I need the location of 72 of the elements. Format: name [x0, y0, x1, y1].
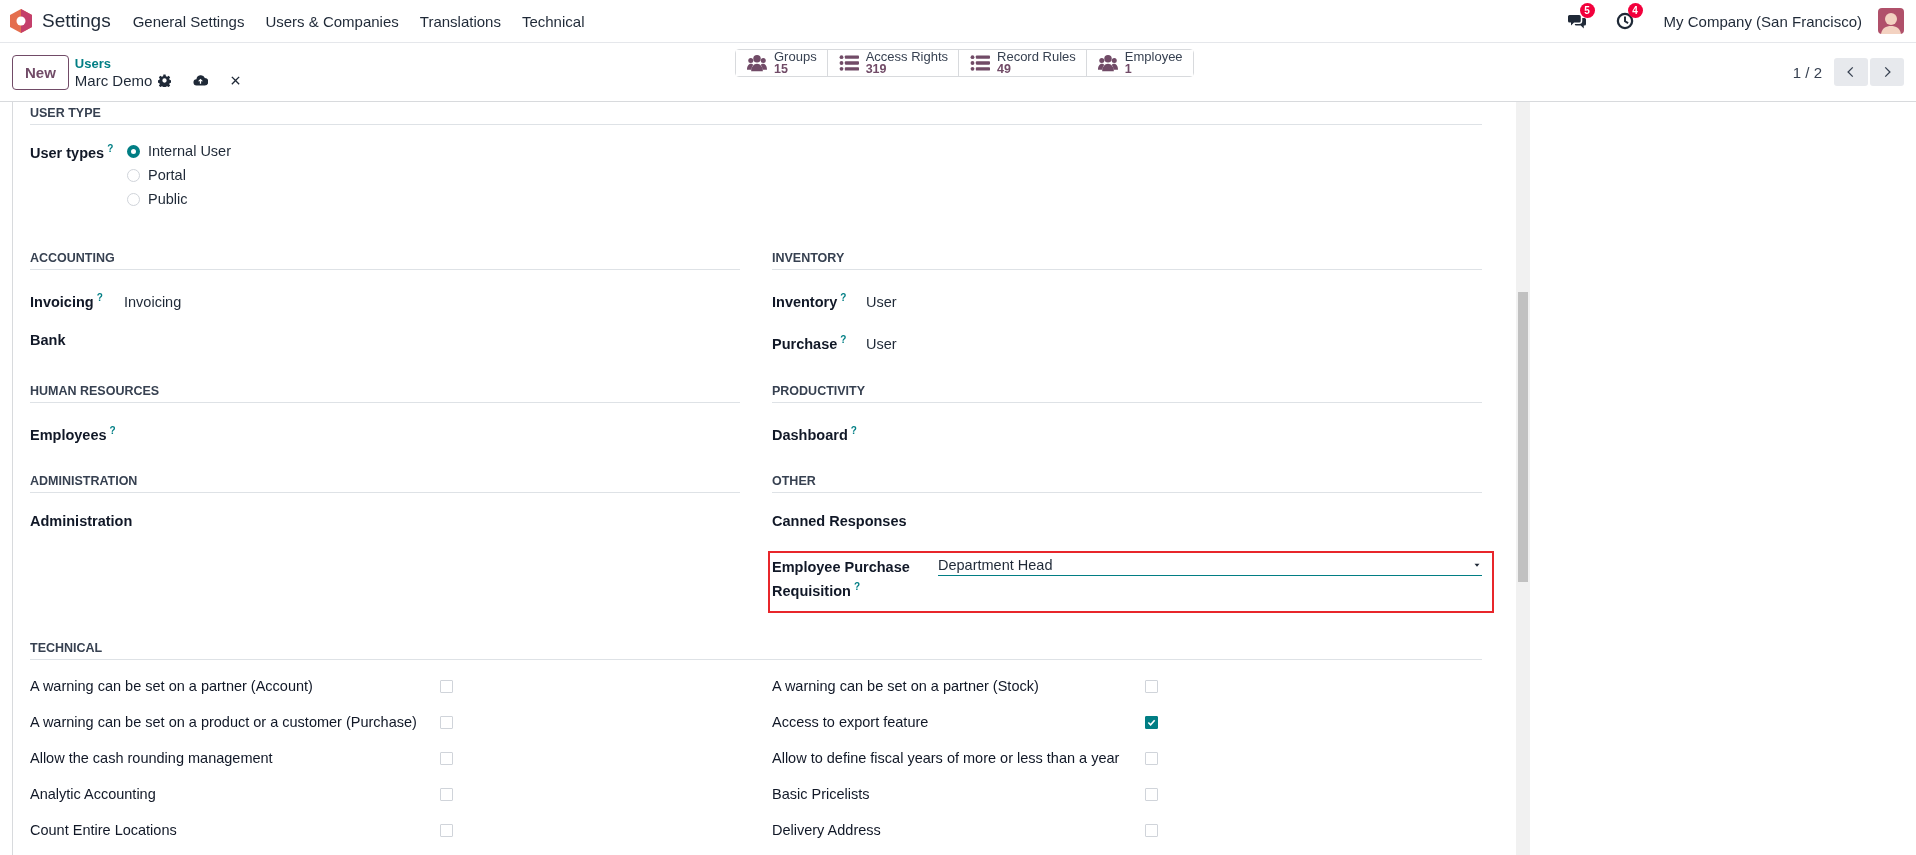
- field-label: Bank: [30, 330, 67, 350]
- app-logo-icon[interactable]: [10, 9, 32, 33]
- radio-option[interactable]: Portal: [127, 167, 231, 183]
- count-badge: 4: [1627, 3, 1643, 18]
- checkbox-label: Basic Pricelists: [772, 786, 871, 803]
- section-heading: PRODUCTIVITY: [772, 383, 1482, 403]
- select-field[interactable]: Department Head: [938, 557, 1482, 577]
- section-heading: TECHNICAL: [30, 641, 1482, 661]
- help-mark[interactable]: ?: [850, 424, 857, 436]
- checkbox-label: Allow to define fiscal years of more or less than a year: [772, 750, 1121, 767]
- company-switcher[interactable]: My Company (San Francisco): [1663, 12, 1862, 30]
- save-icon[interactable]: [193, 73, 209, 88]
- radio-button[interactable]: [127, 144, 140, 158]
- settings-icon[interactable]: [158, 74, 172, 87]
- section-heading: ADMINISTRATION: [30, 474, 740, 494]
- discard-icon[interactable]: [230, 75, 242, 86]
- list-icon: [969, 53, 991, 73]
- field-label: Invoicing $^{?}$: [30, 291, 104, 312]
- section-heading: ACCOUNTING: [30, 251, 740, 270]
- help-mark[interactable]: ?: [109, 424, 116, 436]
- checkbox-label: Delivery Address: [772, 822, 882, 839]
- field-label: Employee Purchase Requisition $^{?}$: [772, 558, 911, 602]
- field-label: Employees $^{?}$: [30, 423, 117, 445]
- field-label: Canned Responses: [772, 512, 907, 532]
- app-title[interactable]: Settings: [42, 10, 111, 32]
- pager-value: 1 / 2: [1792, 63, 1822, 81]
- count-badge: 5: [1579, 3, 1595, 18]
- activities-icon[interactable]: [1615, 12, 1634, 30]
- field-value: Invoicing: [124, 292, 182, 312]
- section-heading: INVENTORY: [772, 251, 1482, 270]
- help-mark[interactable]: ?: [853, 581, 861, 593]
- users-icon: [746, 53, 768, 73]
- checkbox-label: Allow the cash rounding management: [30, 750, 274, 767]
- checkbox-label: A warning can be set on a product or a customer (Purchase): [30, 714, 418, 731]
- section-heading: HUMAN RESOURCES: [30, 383, 740, 403]
- checkbox[interactable]: [1145, 715, 1158, 729]
- help-mark[interactable]: ?: [107, 143, 114, 154]
- radio-option[interactable]: Public: [127, 191, 231, 207]
- scrollbar[interactable]: [1516, 102, 1530, 855]
- section-heading: USER TYPE: [30, 106, 1482, 125]
- record-name: Marc Demo: [74, 72, 153, 89]
- list-icon: [837, 53, 860, 73]
- menu-item[interactable]: Users & Companies: [265, 12, 399, 30]
- previous-button[interactable]: [1834, 58, 1868, 86]
- smart-button[interactable]: Employee 1: [1085, 50, 1193, 76]
- menu-item[interactable]: Technical: [521, 12, 585, 30]
- field-value: User: [866, 334, 897, 354]
- checkbox-label: Analytic Accounting: [30, 786, 157, 803]
- avatar[interactable]: [1878, 8, 1904, 34]
- checkbox-label: A warning can be set on a partner (Stock): [772, 678, 1040, 695]
- field-label: Purchase $^{?}$: [772, 332, 848, 354]
- field-value: User: [866, 292, 897, 312]
- field-label: User types $^{?}$: [30, 143, 115, 163]
- field-label: Dashboard $^{?}$: [772, 423, 858, 445]
- field-label: Inventory $^{?}$: [772, 291, 848, 312]
- help-mark[interactable]: ?: [840, 292, 847, 303]
- help-mark[interactable]: ?: [96, 292, 103, 303]
- menu-item[interactable]: General Settings: [132, 12, 245, 30]
- checkbox-label: A warning can be set on a partner (Account): [30, 678, 314, 695]
- menu-item[interactable]: Translations: [419, 12, 501, 30]
- section-heading: OTHER: [772, 474, 1482, 494]
- messages-icon[interactable]: [1567, 12, 1586, 30]
- checkbox-label: Access to export feature: [772, 714, 930, 731]
- radio-option[interactable]: Internal User: [127, 143, 231, 159]
- checkbox-label: Count Entire Locations: [30, 822, 178, 839]
- new-button[interactable]: New: [12, 54, 69, 90]
- help-mark[interactable]: ?: [840, 333, 847, 345]
- breadcrumb-link[interactable]: Users: [74, 55, 242, 72]
- field-label: Administration: [30, 512, 133, 532]
- next-button[interactable]: [1870, 58, 1904, 86]
- check-icon: [1147, 717, 1156, 727]
- users-icon: [1096, 53, 1119, 73]
